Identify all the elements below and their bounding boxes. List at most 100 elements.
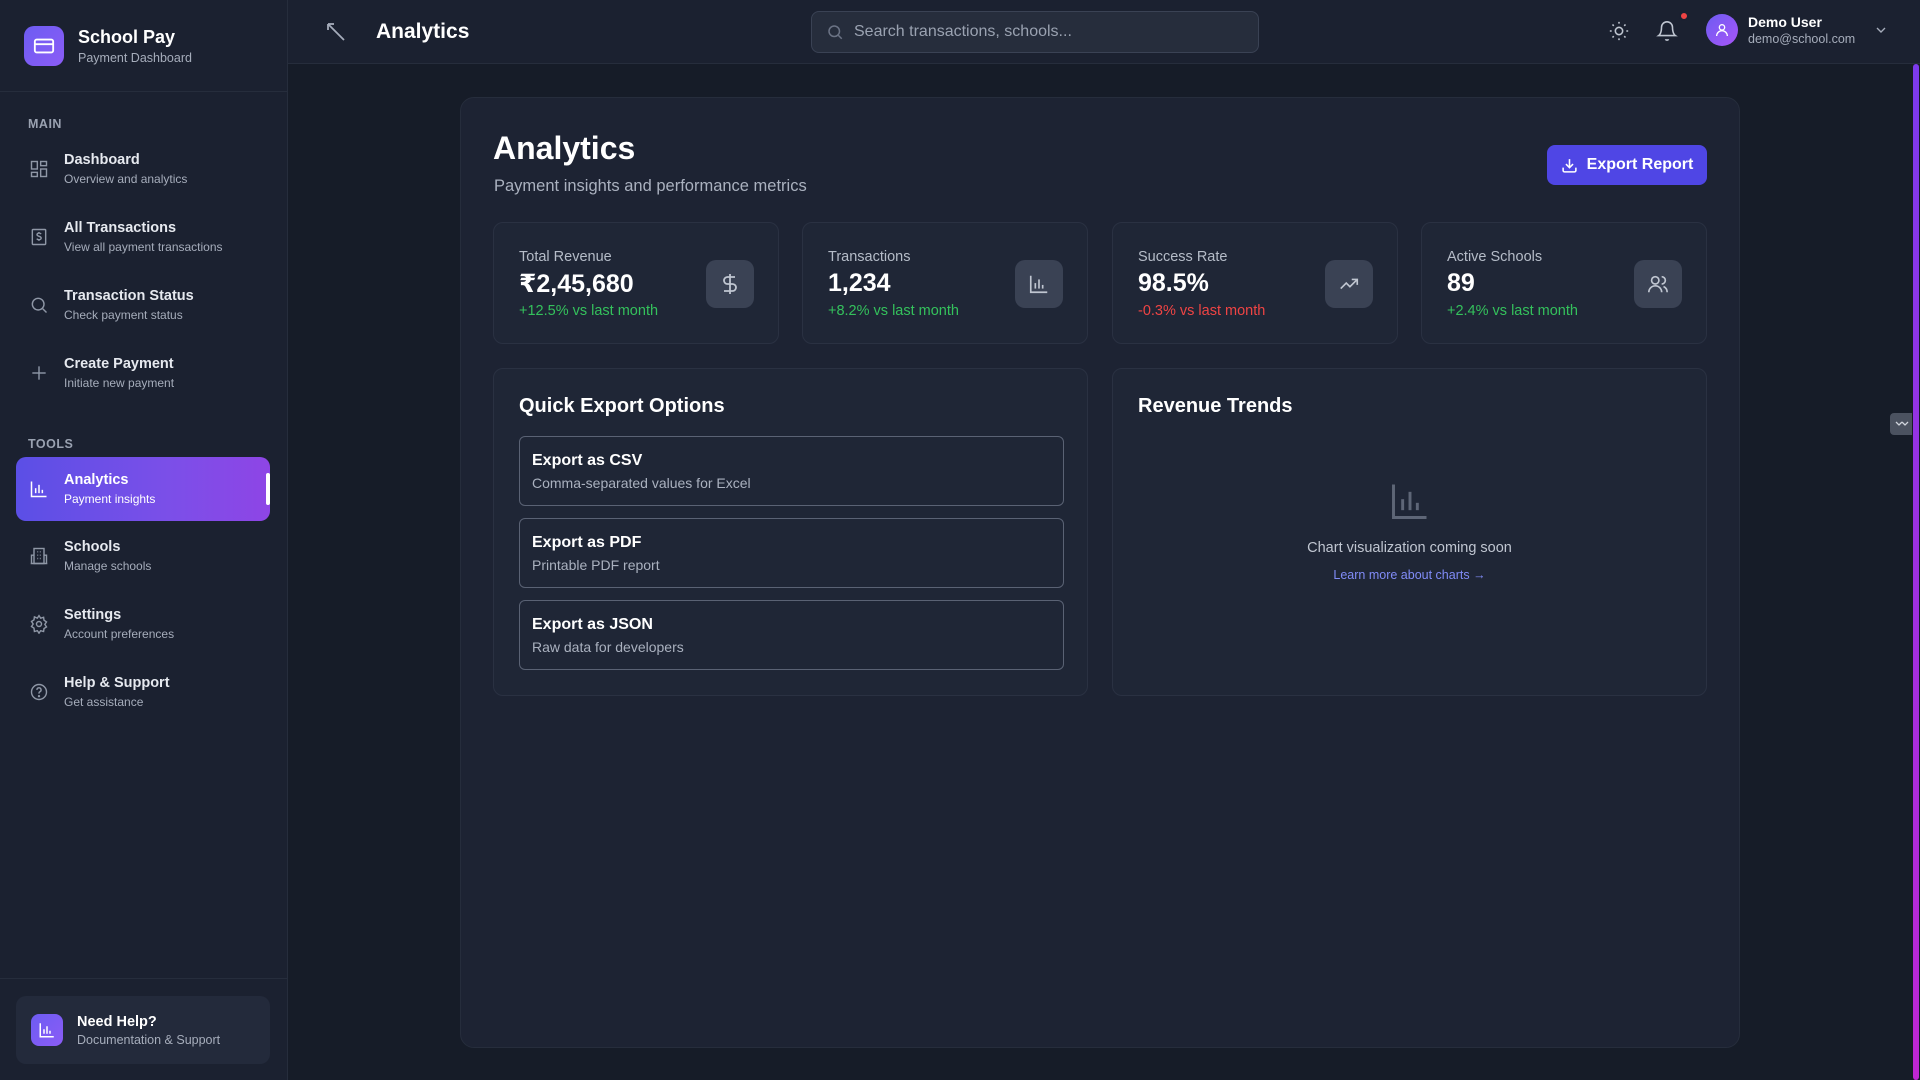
sun-icon [1609, 21, 1629, 41]
revenue-trends-title: Revenue Trends [1138, 395, 1293, 417]
export-report-button[interactable]: Export Report [1547, 145, 1707, 185]
export-option-title: Export as PDF [532, 534, 642, 551]
sidebar-item-help-support[interactable]: Help & Support Get assistance [16, 660, 270, 724]
sidebar-item-all-transactions[interactable]: All Transactions View all payment transac… [16, 205, 270, 269]
avatar [1706, 14, 1738, 46]
scrollbar[interactable] [1913, 64, 1919, 1080]
quick-export-card: Quick Export Options Export as CSV Comma… [493, 368, 1088, 696]
chart-placeholder-text: Chart visualization coming soon [1307, 540, 1512, 556]
quick-export-title: Quick Export Options [519, 395, 725, 417]
download-icon [1562, 158, 1577, 173]
export-json-option[interactable]: Export as JSON Raw data for developers [519, 600, 1064, 670]
side-panel-toggle[interactable] [1890, 413, 1914, 435]
stat-value: 89 [1447, 269, 1475, 297]
bar-chart-icon [28, 478, 50, 500]
dollar-icon [706, 260, 754, 308]
credit-card-icon [24, 25, 64, 66]
export-pdf-option[interactable]: Export as PDF Printable PDF report [519, 518, 1064, 588]
stat-change: +2.4% vs last month [1447, 303, 1578, 319]
plus-icon [28, 362, 50, 384]
stat-card-success-rate: Success Rate 98.5% -0.3% vs last month [1112, 222, 1398, 344]
sidebar-item-sublabel: Get assistance [64, 695, 144, 709]
export-option-title: Export as CSV [532, 452, 643, 469]
chevron-down-icon [1876, 27, 1886, 33]
sidebar-item-settings[interactable]: Settings Account preferences [16, 592, 270, 656]
section-label-main: MAIN [28, 117, 62, 131]
stat-change: -0.3% vs last month [1138, 303, 1266, 319]
user-icon [1716, 24, 1728, 37]
stat-card-total-revenue: Total Revenue ₹2,45,680 +12.5% vs last m… [493, 222, 779, 344]
export-option-title: Export as JSON [532, 616, 653, 633]
trending-up-icon [1325, 260, 1373, 308]
collapse-icon [327, 23, 345, 41]
sidebar-item-sublabel: Overview and analytics [64, 172, 188, 186]
export-option-description: Printable PDF report [532, 557, 660, 573]
receipt-icon [28, 226, 50, 248]
sidebar-item-label: All Transactions [64, 220, 177, 236]
export-option-description: Raw data for developers [532, 639, 684, 655]
sidebar-divider [0, 978, 288, 979]
sidebar-item-sublabel: View all payment transactions [64, 240, 223, 254]
stat-change: +12.5% vs last month [519, 303, 659, 319]
export-report-label: Export Report [1586, 156, 1694, 173]
help-card-subtitle: Documentation & Support [77, 1032, 221, 1047]
sidebar-item-sublabel: Initiate new payment [64, 376, 175, 390]
search-icon [28, 294, 50, 316]
sidebar-item-sublabel: Payment insights [64, 492, 156, 506]
stat-change: +8.2% vs last month [828, 303, 959, 319]
page-title: Analytics [493, 130, 636, 166]
search-bar[interactable] [811, 11, 1259, 53]
brand[interactable]: School Pay Payment Dashboard [0, 0, 287, 92]
bell-icon [1656, 21, 1678, 41]
search-input[interactable] [854, 23, 1234, 41]
sidebar: School Pay Payment Dashboard MAIN Dashbo… [0, 0, 288, 1080]
stat-label: Transactions [828, 249, 911, 265]
stat-label: Total Revenue [519, 249, 612, 265]
sidebar-item-schools[interactable]: Schools Manage schools [16, 524, 270, 588]
export-option-description: Comma-separated values for Excel [532, 475, 751, 491]
revenue-trends-card: Revenue Trends Chart visualization comin… [1112, 368, 1707, 696]
help-card-title: Need Help? [77, 1013, 157, 1030]
sidebar-item-sublabel: Account preferences [64, 627, 175, 641]
topbar-title: Analytics [376, 20, 470, 43]
collapse-sidebar-button[interactable] [324, 20, 348, 44]
stat-card-transactions: Transactions 1,234 +8.2% vs last month [802, 222, 1088, 344]
help-circle-icon [28, 681, 50, 703]
sidebar-item-transaction-status[interactable]: Transaction Status Check payment status [16, 273, 270, 337]
stat-value: 98.5% [1138, 269, 1209, 297]
sidebar-item-sublabel: Check payment status [64, 308, 183, 322]
export-csv-option[interactable]: Export as CSV Comma-separated values for… [519, 436, 1064, 506]
user-menu[interactable]: Demo User demo@school.com [1706, 14, 1889, 46]
sidebar-item-dashboard[interactable]: Dashboard Overview and analytics [16, 137, 270, 201]
sidebar-item-create-payment[interactable]: Create Payment Initiate new payment [16, 341, 270, 405]
sidebar-item-label: Dashboard [64, 152, 140, 168]
notifications-button[interactable] [1656, 20, 1680, 44]
theme-toggle-button[interactable] [1608, 20, 1632, 44]
stat-card-active-schools: Active Schools 89 +2.4% vs last month [1421, 222, 1707, 344]
expand-icon [1895, 421, 1909, 426]
sidebar-item-analytics[interactable]: Analytics Payment insights [16, 457, 270, 521]
building-icon [28, 545, 50, 567]
stat-label: Success Rate [1138, 249, 1228, 265]
page-subtitle: Payment insights and performance metrics [494, 177, 807, 195]
learn-more-charts-link[interactable]: Learn more about charts → [1333, 568, 1485, 582]
sidebar-item-label: Settings [64, 607, 122, 623]
sidebar-item-label: Schools [64, 539, 121, 555]
bar-chart-icon [31, 1014, 63, 1046]
sidebar-item-label: Create Payment [64, 356, 174, 372]
sidebar-item-label: Transaction Status [64, 288, 194, 304]
grid-icon [28, 158, 50, 180]
user-email: demo@school.com [1748, 32, 1856, 46]
help-card[interactable]: Need Help? Documentation & Support [16, 996, 270, 1064]
analytics-panel: Analytics Payment insights and performan… [460, 97, 1740, 1048]
sidebar-item-label: Analytics [64, 472, 129, 488]
stat-value: ₹2,45,680 [519, 270, 634, 298]
user-name: Demo User [1748, 14, 1822, 30]
stat-value: 1,234 [828, 269, 891, 297]
notification-dot [1679, 11, 1689, 21]
brand-subtitle: Payment Dashboard [78, 50, 192, 65]
topbar: Analytics Demo User demo@school.com [288, 0, 1920, 64]
bar-chart-icon [1015, 260, 1063, 308]
users-icon [1634, 260, 1682, 308]
sidebar-item-sublabel: Manage schools [64, 559, 152, 573]
